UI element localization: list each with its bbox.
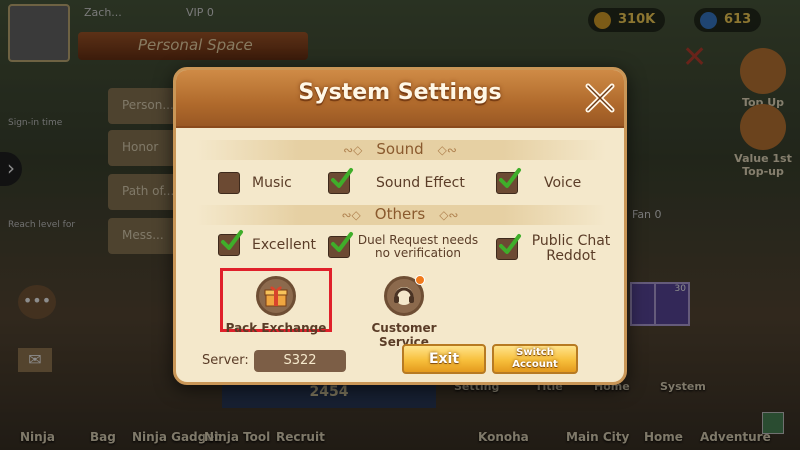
public-chat-reddot-checkbox[interactable] <box>496 234 521 260</box>
excellent-checkbox[interactable] <box>218 230 243 256</box>
ornament-icon: ∾◇ <box>343 143 363 157</box>
headset-icon <box>394 287 414 305</box>
duel-request-checkbox[interactable] <box>328 232 353 258</box>
switch-account-button[interactable]: Switch Account <box>492 344 578 374</box>
server-value: S322 <box>254 350 346 372</box>
sound-heading-text: Sound <box>376 140 424 158</box>
customer-service-ring <box>384 275 425 316</box>
music-label: Music <box>252 175 292 191</box>
sound-heading: ∾◇ Sound ◇∾ <box>176 140 624 158</box>
server-label: Server: <box>202 353 249 368</box>
checkmark-icon <box>331 168 353 188</box>
checkmark-icon <box>499 234 521 254</box>
sound-effect-option[interactable]: Sound Effect <box>328 168 465 194</box>
others-heading-text: Others <box>374 205 426 223</box>
others-heading: ∾◇ Others ◇∾ <box>176 205 624 223</box>
checkmark-icon <box>331 232 353 252</box>
ornament-icon: ◇∾ <box>437 143 457 157</box>
voice-label: Voice <box>544 175 582 191</box>
voice-checkbox[interactable] <box>496 168 521 194</box>
dialog-header: System Settings <box>176 70 624 128</box>
public-chat-reddot-option[interactable]: Public Chat Reddot <box>496 234 616 264</box>
music-checkbox[interactable] <box>218 172 240 194</box>
excellent-label: Excellent <box>252 237 316 253</box>
close-button[interactable] <box>582 80 618 116</box>
ornament-icon: ◇∾ <box>439 208 459 222</box>
ornament-icon: ∾◇ <box>341 208 361 222</box>
exit-button[interactable]: Exit <box>402 344 486 374</box>
public-chat-reddot-label: Public Chat Reddot <box>531 233 611 264</box>
notification-dot <box>415 275 425 285</box>
duel-request-label: Duel Request needs no verification <box>357 233 479 260</box>
dialog-title: System Settings <box>298 80 502 105</box>
duel-request-option[interactable]: Duel Request needs no verification <box>328 232 480 260</box>
music-option[interactable]: Music <box>218 172 292 194</box>
checkmark-icon <box>221 230 243 250</box>
crossed-swords-close-icon <box>585 83 615 113</box>
voice-option[interactable]: Voice <box>496 168 582 194</box>
pack-exchange-ring <box>256 276 296 316</box>
pack-exchange-label: Pack Exchange <box>225 321 327 335</box>
customer-service-button[interactable]: Customer Service <box>349 275 459 349</box>
sound-effect-label: Sound Effect <box>376 175 465 191</box>
system-settings-dialog: System Settings ∾◇ Sound ◇∾ Music Sound Ef… <box>173 67 627 385</box>
gift-box-icon <box>264 286 288 307</box>
pack-exchange-button[interactable]: Pack Exchange <box>221 276 331 335</box>
excellent-option[interactable]: Excellent <box>218 230 316 256</box>
checkmark-icon <box>499 168 521 188</box>
switch-account-label: Switch Account <box>512 347 558 370</box>
sound-effect-checkbox[interactable] <box>328 168 353 194</box>
